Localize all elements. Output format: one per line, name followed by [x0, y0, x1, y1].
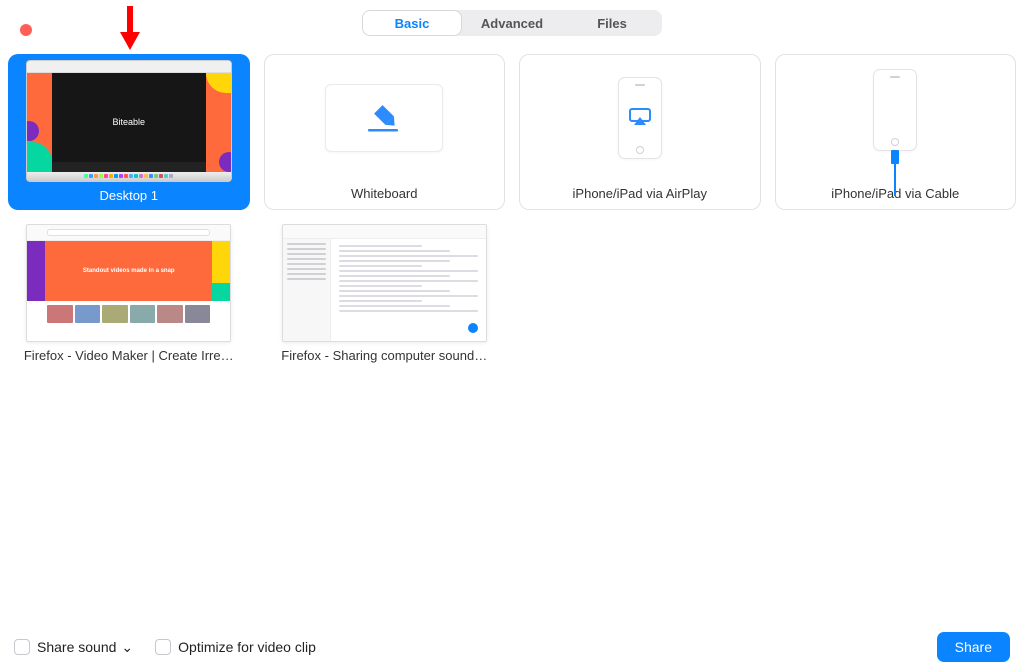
desktop-thumbnail: Biteable: [26, 60, 232, 182]
tile-whiteboard[interactable]: Whiteboard: [264, 54, 506, 210]
tile-label: iPhone/iPad via AirPlay: [567, 186, 713, 201]
tab-basic[interactable]: Basic: [362, 10, 462, 36]
window-thumbnail: Standout videos made in a snap: [26, 224, 231, 342]
phone-icon: [873, 69, 917, 151]
tab-advanced[interactable]: Advanced: [462, 10, 562, 36]
window-close-button[interactable]: [20, 24, 32, 36]
checkbox-box: [155, 639, 171, 655]
tab-files[interactable]: Files: [562, 10, 662, 36]
tile-firefox-video-maker[interactable]: Standout videos made in a snap Firefox -…: [8, 224, 250, 380]
share-button[interactable]: Share: [937, 632, 1010, 662]
pencil-icon: [365, 103, 403, 133]
footer-bar: Share sound ⌄ Optimize for video clip Sh…: [0, 623, 1024, 671]
phone-icon: [618, 77, 662, 159]
share-sound-checkbox[interactable]: Share sound ⌄: [14, 639, 133, 656]
chevron-down-icon: ⌄: [121, 639, 133, 656]
checkbox-label: Share sound: [37, 639, 116, 655]
share-tabs: Basic Advanced Files: [362, 10, 662, 36]
tile-label: Whiteboard: [345, 186, 423, 201]
share-source-grid: Biteable Desktop 1: [8, 54, 1016, 380]
tile-label: Firefox - Video Maker | Create Irre…: [18, 348, 240, 363]
checkbox-label: Optimize for video clip: [178, 639, 316, 655]
window-thumbnail: [282, 224, 487, 342]
tile-iphone-airplay[interactable]: iPhone/iPad via AirPlay: [519, 54, 761, 210]
tile-iphone-cable[interactable]: iPhone/iPad via Cable: [775, 54, 1017, 210]
checkbox-box: [14, 639, 30, 655]
tile-firefox-sharing-sound[interactable]: Firefox - Sharing computer sound…: [264, 224, 506, 380]
optimize-video-checkbox[interactable]: Optimize for video clip: [155, 639, 316, 655]
annotation-arrow-icon: [115, 2, 145, 52]
tile-label: Firefox - Sharing computer sound…: [275, 348, 493, 363]
tile-desktop-1[interactable]: Biteable Desktop 1: [8, 54, 250, 210]
player-brand-text: Biteable: [112, 117, 145, 127]
airplay-icon: [629, 108, 651, 126]
tile-label: Desktop 1: [93, 188, 164, 202]
